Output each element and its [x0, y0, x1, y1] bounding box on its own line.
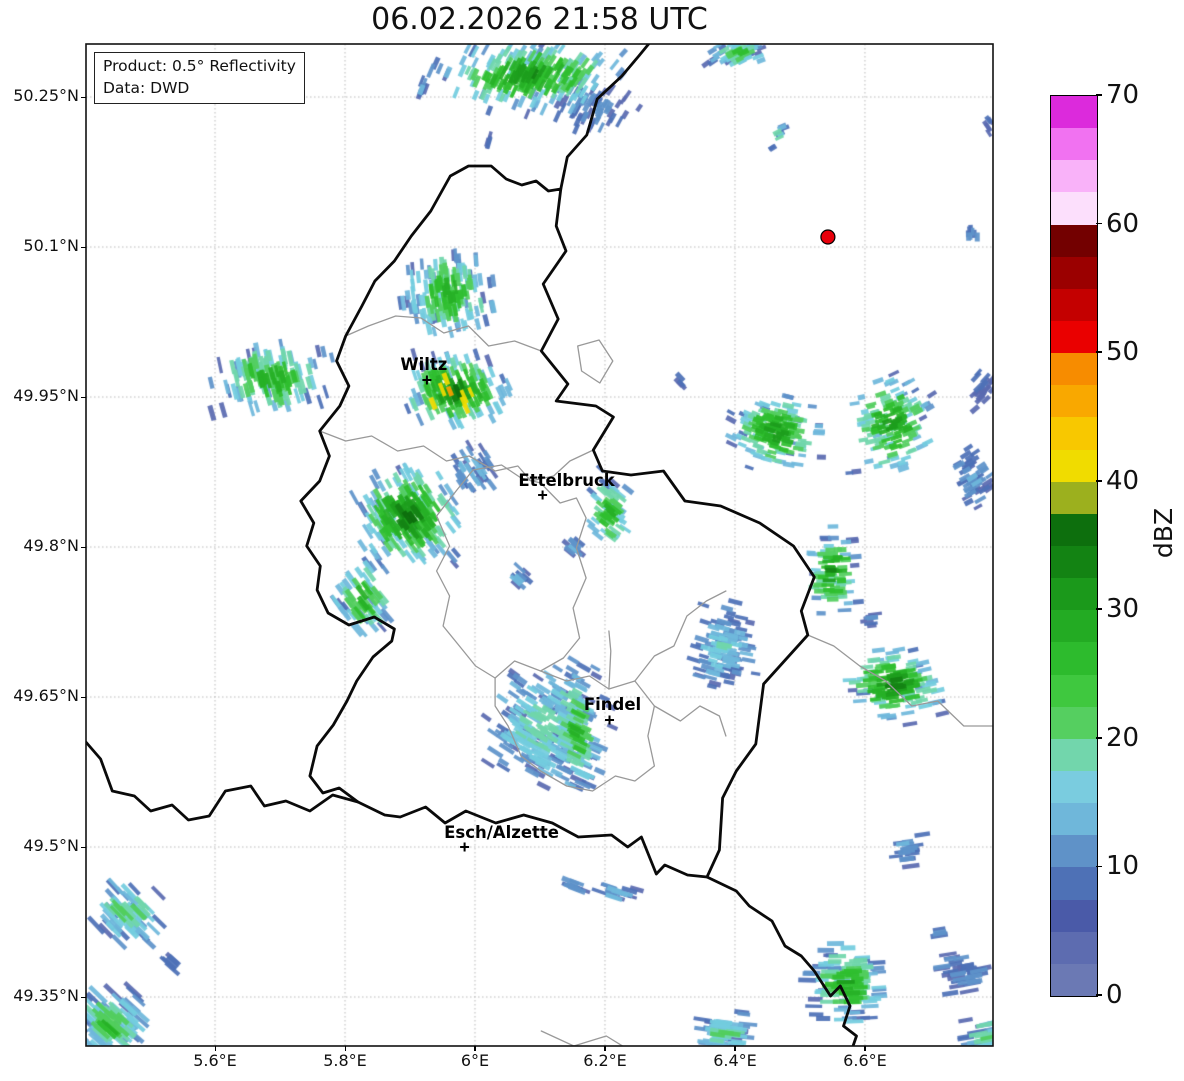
colorbar-band [1051, 224, 1097, 257]
lon-tick-mark [604, 1046, 606, 1051]
colorbar-tick-mark [1096, 737, 1102, 739]
map-borders-layer [85, 43, 994, 1047]
colorbar-tick-label: 10 [1106, 851, 1140, 882]
colorbar-band [1051, 513, 1097, 546]
colorbar-tick-label: 50 [1106, 337, 1140, 368]
national-border-line [86, 740, 360, 822]
regional-border-line [634, 590, 727, 682]
regional-border-line [653, 705, 727, 737]
colorbar-band [1051, 706, 1097, 739]
lat-tick-mark [81, 396, 86, 398]
lon-tick-label: 6.6°E [843, 1051, 887, 1070]
regional-border-line [435, 464, 587, 679]
lon-tick-label: 6.4°E [713, 1051, 757, 1070]
city-marker-icon [422, 375, 432, 385]
lat-tick-mark [81, 696, 86, 698]
colorbar-tick-label: 20 [1106, 722, 1140, 753]
regional-border-line [807, 634, 993, 727]
colorbar-band [1051, 802, 1097, 836]
colorbar-band [1051, 609, 1097, 643]
colorbar-band [1051, 674, 1097, 707]
colorbar-tick-label: 0 [1106, 980, 1123, 1010]
colorbar-tick-label: 70 [1106, 80, 1140, 110]
city-marker-icon [538, 490, 548, 500]
colorbar-tick-mark [1096, 222, 1102, 225]
lon-tick-mark [214, 1046, 216, 1051]
colorbar-band [1051, 191, 1097, 225]
colorbar-band [1051, 545, 1097, 579]
colorbar-band [1051, 288, 1097, 321]
lat-tick-mark [81, 246, 86, 248]
plot-title: 06.02.2026 21:58 UTC [371, 2, 708, 37]
lon-tick-mark [864, 1046, 866, 1051]
colorbar-tick-mark [1096, 479, 1102, 482]
lat-tick-label: 50.25°N [13, 86, 79, 105]
colorbar-band [1051, 963, 1097, 996]
regional-border-line [608, 630, 612, 690]
national-border-line [299, 164, 816, 879]
city-label: Ettelbruck [518, 471, 615, 490]
radar-map-page: 06.02.2026 21:58 UTC Product: 0.5° Refle… [0, 0, 1184, 1081]
colorbar-band [1051, 384, 1097, 418]
lat-tick-mark [81, 846, 86, 848]
lat-tick-label: 49.35°N [13, 986, 79, 1005]
product-info-line2: Data: DWD [103, 79, 190, 97]
city-label: Esch/Alzette [444, 823, 559, 842]
radar-site-marker [820, 229, 836, 245]
colorbar-band [1051, 770, 1097, 804]
colorbar-band [1051, 449, 1097, 482]
lon-tick-mark [474, 1046, 476, 1051]
colorbar-tick-label: 40 [1106, 465, 1140, 496]
lat-tick-label: 49.8°N [23, 536, 79, 555]
colorbar-tick-label: 30 [1106, 594, 1140, 625]
product-info-line1: Product: 0.5° Reflectivity [103, 57, 296, 75]
regional-border-line [577, 339, 614, 384]
colorbar-band [1051, 256, 1097, 289]
colorbar-band [1051, 931, 1097, 964]
colorbar-band [1051, 127, 1097, 161]
national-border-line [559, 44, 651, 191]
colorbar-tick-mark [1096, 608, 1102, 611]
lon-tick-label: 5.6°E [193, 1051, 237, 1070]
city-marker-icon [605, 715, 615, 725]
city-marker-icon [460, 842, 470, 852]
lon-tick-mark [734, 1046, 736, 1051]
colorbar-band [1051, 481, 1097, 514]
colorbar-band [1051, 320, 1097, 354]
lat-tick-label: 49.5°N [23, 836, 79, 855]
lon-tick-label: 5.8°E [323, 1051, 367, 1070]
city-label: Findel [583, 695, 642, 714]
product-info-box: Product: 0.5° Reflectivity Data: DWD [94, 52, 305, 104]
lat-tick-mark [81, 546, 86, 548]
dbz-colorbar [1050, 95, 1098, 997]
colorbar-axis-label: dBZ [1149, 507, 1178, 559]
colorbar-band [1051, 866, 1097, 900]
city-label: Wiltz [400, 355, 448, 374]
regional-border-line [494, 670, 656, 792]
colorbar-tick-mark [1096, 94, 1102, 96]
lon-tick-label: 6.2°E [583, 1051, 627, 1070]
colorbar-tick-mark [1096, 351, 1102, 353]
lat-tick-label: 49.65°N [13, 686, 79, 705]
lat-tick-label: 50.1°N [23, 236, 79, 255]
regional-border-line [345, 315, 542, 352]
colorbar-band [1051, 352, 1097, 386]
colorbar-band [1051, 95, 1097, 129]
colorbar-band [1051, 834, 1097, 868]
colorbar-tick-label: 60 [1106, 208, 1140, 239]
colorbar-tick-mark [1096, 865, 1102, 868]
lon-tick-label: 6°E [460, 1051, 490, 1070]
lat-tick-label: 49.95°N [13, 386, 79, 405]
colorbar-tick-mark [1096, 994, 1102, 996]
colorbar-band [1051, 577, 1097, 611]
colorbar-band [1051, 899, 1097, 932]
colorbar-band [1051, 159, 1097, 193]
lat-tick-mark [81, 96, 86, 98]
colorbar-band [1051, 641, 1097, 675]
plot-frame [85, 43, 994, 1047]
lat-tick-mark [81, 996, 86, 998]
colorbar-band [1051, 416, 1097, 450]
colorbar-band [1051, 738, 1097, 771]
lon-tick-mark [344, 1046, 346, 1051]
